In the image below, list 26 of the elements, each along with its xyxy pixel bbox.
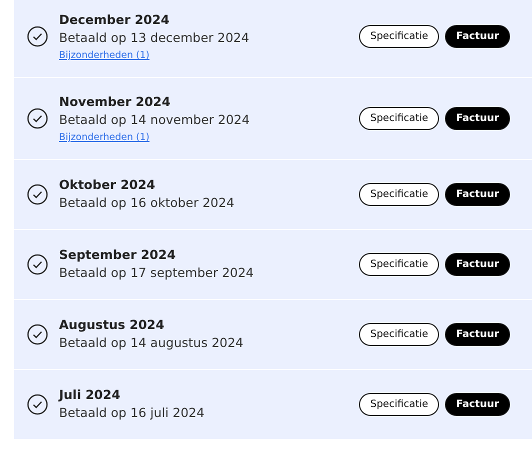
payment-title: Oktober 2024 [59,176,156,192]
payment-title: September 2024 [59,246,177,262]
payment-title: Juli 2024 [59,386,122,402]
details-link[interactable]: Bijzonderheden (1) [59,50,150,61]
invoice-button[interactable]: Factuur [445,107,510,130]
payment-title: November 2024 [59,94,172,110]
payment-status: Betaald op 16 juli 2024 [59,404,206,422]
invoice-button[interactable]: Factuur [445,393,510,416]
specification-button[interactable]: Specificatie [359,25,440,48]
specification-button[interactable]: Specificatie [359,393,440,416]
payment-status: Betaald op 14 november 2024 [59,111,251,129]
payment-status: Betaald op 14 augustus 2024 [59,334,244,352]
specification-button[interactable]: Specificatie [359,183,440,206]
payment-status: Betaald op 13 december 2024 [59,29,250,47]
invoice-button[interactable]: Factuur [445,253,510,276]
payment-status: Betaald op 16 oktober 2024 [59,194,236,212]
payment-title: December 2024 [59,12,170,28]
details-link[interactable]: Bijzonderheden (1) [59,132,150,143]
specification-button[interactable]: Specificatie [359,107,440,130]
invoice-button[interactable]: Factuur [445,25,510,48]
invoice-button[interactable]: Factuur [445,183,510,206]
payment-status: Betaald op 17 september 2024 [59,264,255,282]
payment-title: Augustus 2024 [59,316,166,332]
invoice-button[interactable]: Factuur [445,323,510,346]
specification-button[interactable]: Specificatie [359,253,440,276]
specification-button[interactable]: Specificatie [359,323,440,346]
